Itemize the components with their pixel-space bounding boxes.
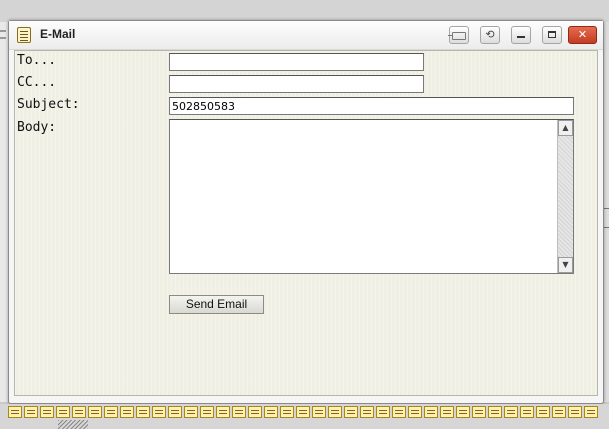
cc-label[interactable]: CC...	[17, 75, 56, 90]
minimized-document-icon[interactable]	[520, 406, 534, 418]
minimized-document-icon[interactable]	[424, 406, 438, 418]
minimized-document-icon[interactable]	[56, 406, 70, 418]
minimized-document-icon[interactable]	[584, 406, 598, 418]
minimized-document-icon[interactable]	[472, 406, 486, 418]
minimize-button[interactable]	[511, 26, 531, 44]
refresh-icon: ⟲	[485, 28, 495, 41]
background-line	[0, 30, 6, 32]
close-icon: ✕	[577, 28, 588, 41]
minimized-document-icon[interactable]	[24, 406, 38, 418]
maximize-icon	[548, 31, 556, 38]
background-line	[0, 37, 6, 39]
minimized-document-icon[interactable]	[200, 406, 214, 418]
refresh-button[interactable]: ⟲	[480, 26, 500, 44]
send-email-button[interactable]: Send Email	[169, 295, 264, 314]
close-button[interactable]: ✕	[568, 26, 597, 44]
body-label: Body:	[17, 120, 57, 135]
minimized-document-icon[interactable]	[152, 406, 166, 418]
minimized-document-icon[interactable]	[440, 406, 454, 418]
minimized-document-icon[interactable]	[104, 406, 118, 418]
scroll-up-button[interactable]: ▲	[558, 120, 573, 136]
minimized-document-icon[interactable]	[184, 406, 198, 418]
cc-field[interactable]	[169, 75, 424, 93]
to-label[interactable]: To...	[17, 53, 56, 68]
minimized-document-icon[interactable]	[536, 406, 550, 418]
body-scrollbar[interactable]: ▲ ▼	[557, 120, 573, 273]
background-line	[604, 227, 609, 228]
resize-grip-icon[interactable]	[58, 420, 88, 429]
up-arrow-icon: ▲	[562, 123, 569, 132]
to-field[interactable]	[169, 53, 424, 71]
minimized-document-icon[interactable]	[168, 406, 182, 418]
minimized-document-icon[interactable]	[312, 406, 326, 418]
pin-button[interactable]	[448, 26, 469, 44]
minimized-document-icon[interactable]	[88, 406, 102, 418]
background-line	[604, 208, 609, 209]
minimized-document-icon[interactable]	[408, 406, 422, 418]
body-textarea[interactable]: ▲ ▼	[169, 119, 574, 274]
minimized-document-icon[interactable]	[136, 406, 150, 418]
minimized-windows-bar	[0, 404, 609, 429]
minimized-document-icon[interactable]	[504, 406, 518, 418]
window-titlebar[interactable]: E-Mail ⟲ ✕	[9, 21, 603, 50]
minimized-document-icon[interactable]	[280, 406, 294, 418]
minimized-document-icon[interactable]	[40, 406, 54, 418]
subject-label: Subject:	[17, 97, 80, 112]
background-left-panel	[0, 22, 8, 402]
maximize-button[interactable]	[542, 26, 562, 44]
minimized-document-icon[interactable]	[392, 406, 406, 418]
down-arrow-icon: ▼	[562, 260, 569, 269]
email-form: To... CC... Subject: Body: ▲ ▼ Send Emai…	[14, 50, 598, 396]
minimized-window-strip	[8, 406, 609, 418]
minimized-document-icon[interactable]	[360, 406, 374, 418]
pin-icon	[448, 32, 466, 40]
background-app-header	[0, 0, 609, 22]
minimized-document-icon[interactable]	[552, 406, 566, 418]
minimized-document-icon[interactable]	[248, 406, 262, 418]
minimized-document-icon[interactable]	[72, 406, 86, 418]
minimized-document-icon[interactable]	[120, 406, 134, 418]
minimize-icon	[517, 36, 525, 38]
minimized-document-icon[interactable]	[328, 406, 342, 418]
minimized-document-icon[interactable]	[488, 406, 502, 418]
minimized-document-icon[interactable]	[456, 406, 470, 418]
minimized-document-icon[interactable]	[264, 406, 278, 418]
minimized-document-icon[interactable]	[216, 406, 230, 418]
subject-field[interactable]	[169, 97, 574, 115]
document-icon	[17, 27, 31, 43]
window-title: E-Mail	[40, 27, 76, 41]
minimized-document-icon[interactable]	[376, 406, 390, 418]
scroll-down-button[interactable]: ▼	[558, 257, 573, 273]
minimized-document-icon[interactable]	[296, 406, 310, 418]
minimized-document-icon[interactable]	[568, 406, 582, 418]
email-window: E-Mail ⟲ ✕ To... CC... Subject: Body: ▲	[8, 20, 604, 404]
minimized-document-icon[interactable]	[8, 406, 22, 418]
minimized-document-icon[interactable]	[232, 406, 246, 418]
minimized-document-icon[interactable]	[344, 406, 358, 418]
